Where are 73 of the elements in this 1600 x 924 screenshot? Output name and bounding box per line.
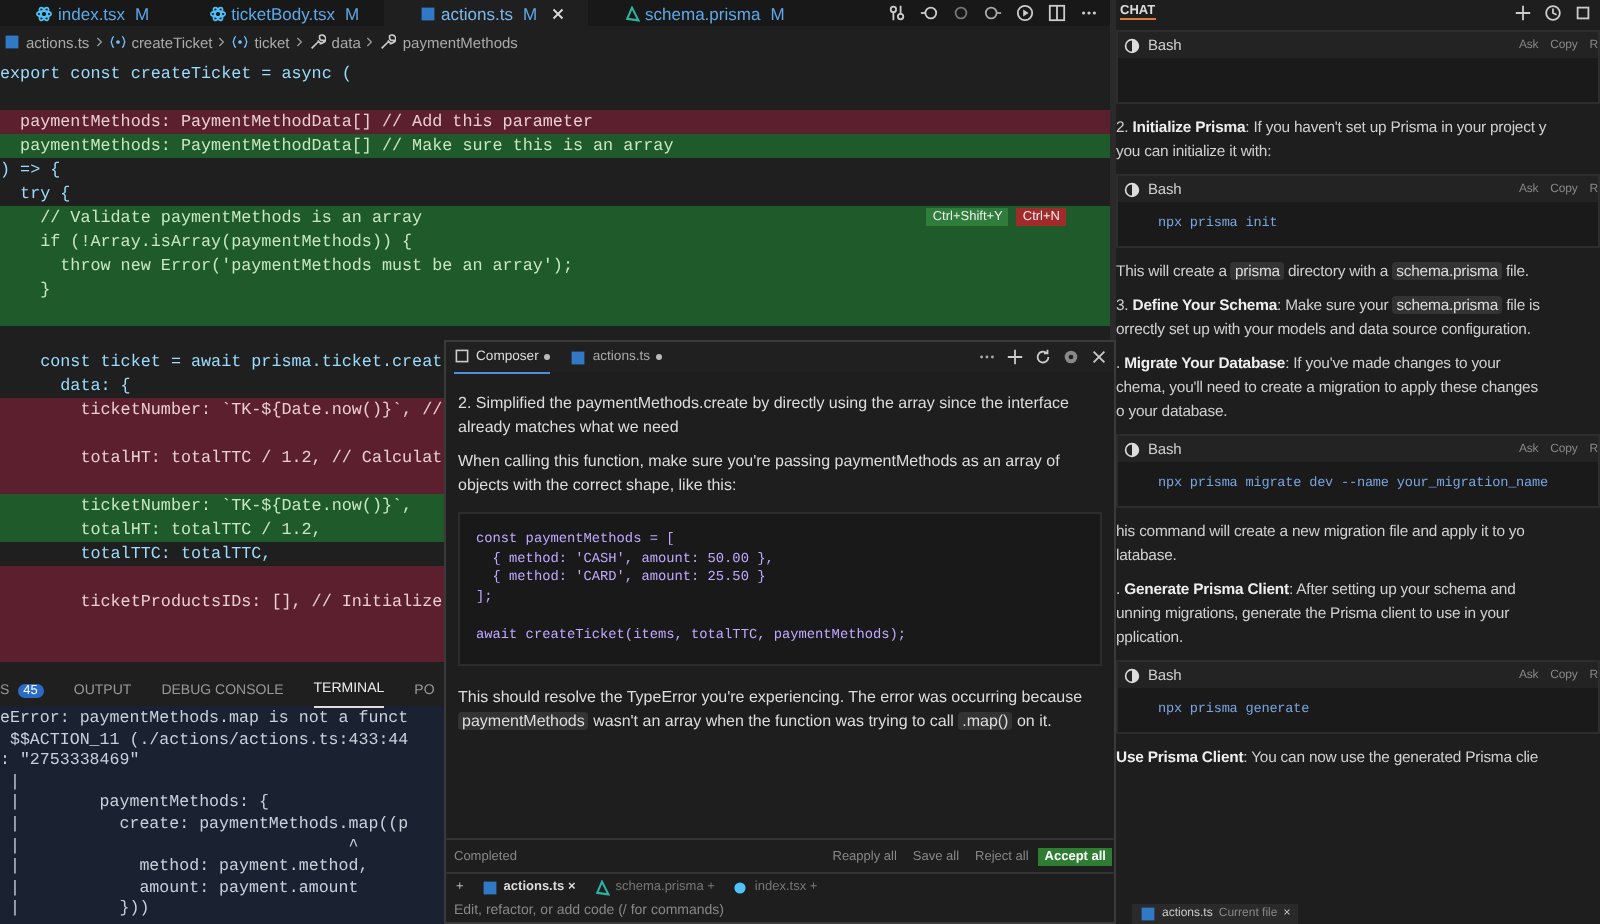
- bash-icon: [1124, 667, 1140, 683]
- forward-icon[interactable]: [984, 4, 1002, 22]
- terminal-line: $$ACTION_11 (./actions/actions.ts:433:44: [7, 731, 409, 752]
- terminal-line: | paymentMethods: {: [7, 794, 269, 816]
- settings-icon[interactable]: [1062, 348, 1080, 366]
- editor-tab[interactable]: index.tsx M: [0, 0, 174, 26]
- history-icon[interactable]: [1544, 3, 1562, 21]
- message-paragraph: 2. Simplified the paymentMethods.create by directly using the array since the interface already matches what we need: [458, 392, 1071, 438]
- code-line: }: [38, 278, 51, 302]
- chevron-icon: [295, 36, 304, 48]
- code-line: totalHT: totalTTC / 1.2,: [78, 518, 322, 542]
- terminal-line: | ^: [7, 837, 359, 858]
- bash-icon: [1124, 181, 1140, 197]
- code-line: ticketNumber: `TK-${Date.now()}`, //: [78, 398, 443, 422]
- message-paragraph: This should resolve the TypeError you're experiencing. The error was occurring because paymentMethods wasn't an array when the function was trying to call .map() on it.: [458, 686, 1085, 732]
- code-line: throw new Error('paymentMethods must be an array');: [58, 254, 573, 278]
- file-icon: [1140, 906, 1156, 922]
- triangle-icon: [593, 879, 610, 895]
- bash-icon: [1124, 441, 1140, 457]
- terminal-line: |: [7, 773, 20, 794]
- plus-icon[interactable]: [1006, 348, 1024, 366]
- close-icon[interactable]: [551, 7, 564, 19]
- code-line: const ticket = await prisma.ticket.creat: [38, 350, 443, 374]
- code-line: export const createTicket = async (: [0, 62, 352, 86]
- inline-code: .map(): [958, 711, 1013, 729]
- terminal-line: : "2753338469": [0, 752, 140, 774]
- split-editor-icon[interactable]: [1048, 4, 1066, 22]
- terminal-line: | amount: payment.amount: [7, 879, 359, 900]
- code-line: if (!Array.isArray(paymentMethods)) {: [38, 230, 413, 254]
- maximize-icon[interactable]: [1574, 3, 1592, 21]
- wrench-icon: [380, 34, 397, 50]
- editor-tab[interactable]: actions.ts M: [383, 0, 588, 26]
- braces-icon: [232, 34, 249, 50]
- code-line: // Validate paymentMethods is an array: [38, 206, 423, 230]
- plus-icon[interactable]: [1514, 3, 1532, 21]
- chevron-icon: [95, 36, 104, 48]
- square-icon: [454, 348, 470, 364]
- bash-icon: [1124, 37, 1140, 53]
- code-line: data: {: [58, 374, 131, 398]
- braces-icon: [109, 34, 126, 50]
- play-icon[interactable]: [1016, 4, 1034, 22]
- close-icon[interactable]: [1090, 348, 1108, 366]
- code-line: paymentMethods: PaymentMethodData[] // Make sure this is an array: [18, 134, 674, 158]
- code-line: try {: [18, 182, 71, 206]
- atom-icon: [36, 5, 52, 21]
- terminal-line: | method: payment.method,: [7, 858, 369, 880]
- atom-icon: [209, 5, 226, 21]
- file-icon: [481, 879, 498, 895]
- code-line: ) => {: [0, 158, 61, 182]
- chevron-icon: [366, 36, 375, 48]
- chevron-icon: [218, 36, 227, 48]
- file-icon: [419, 5, 436, 21]
- file-icon: [570, 349, 587, 365]
- code-line: ticketNumber: `TK-${Date.now()}`,: [78, 494, 413, 518]
- terminal-line: eError: paymentMethods.map is not a funct: [0, 710, 409, 732]
- code-line: ticketProductsIDs: [], // Initialize: [78, 590, 443, 614]
- editor-tab[interactable]: ticketBody.tsx M: [173, 0, 384, 26]
- code-line: totalHT: totalTTC / 1.2, // Calculat: [78, 446, 443, 470]
- wrench-icon: [309, 34, 326, 50]
- editor-tab[interactable]: schema.prisma M: [587, 0, 809, 26]
- code-line: totalTTC: totalTTC,: [78, 542, 272, 566]
- message-paragraph: When calling this function, make sure you're passing paymentMethods as an array of objects with the correct shape, like this:: [458, 450, 1062, 496]
- back-icon[interactable]: [920, 4, 938, 22]
- code-line: paymentMethods: PaymentMethodData[] // Add this parameter: [18, 110, 594, 134]
- triangle-icon: [623, 5, 640, 21]
- circle-icon: [732, 879, 749, 895]
- refresh-icon[interactable]: [1034, 348, 1052, 366]
- file-icon: [4, 34, 20, 50]
- terminal-line: | })): [7, 900, 150, 922]
- compare-icon[interactable]: [888, 4, 906, 22]
- circle-icon[interactable]: [952, 4, 970, 22]
- inline-code: paymentMethods: [458, 711, 589, 729]
- terminal-line: | create: paymentMethods.map((p: [7, 815, 409, 838]
